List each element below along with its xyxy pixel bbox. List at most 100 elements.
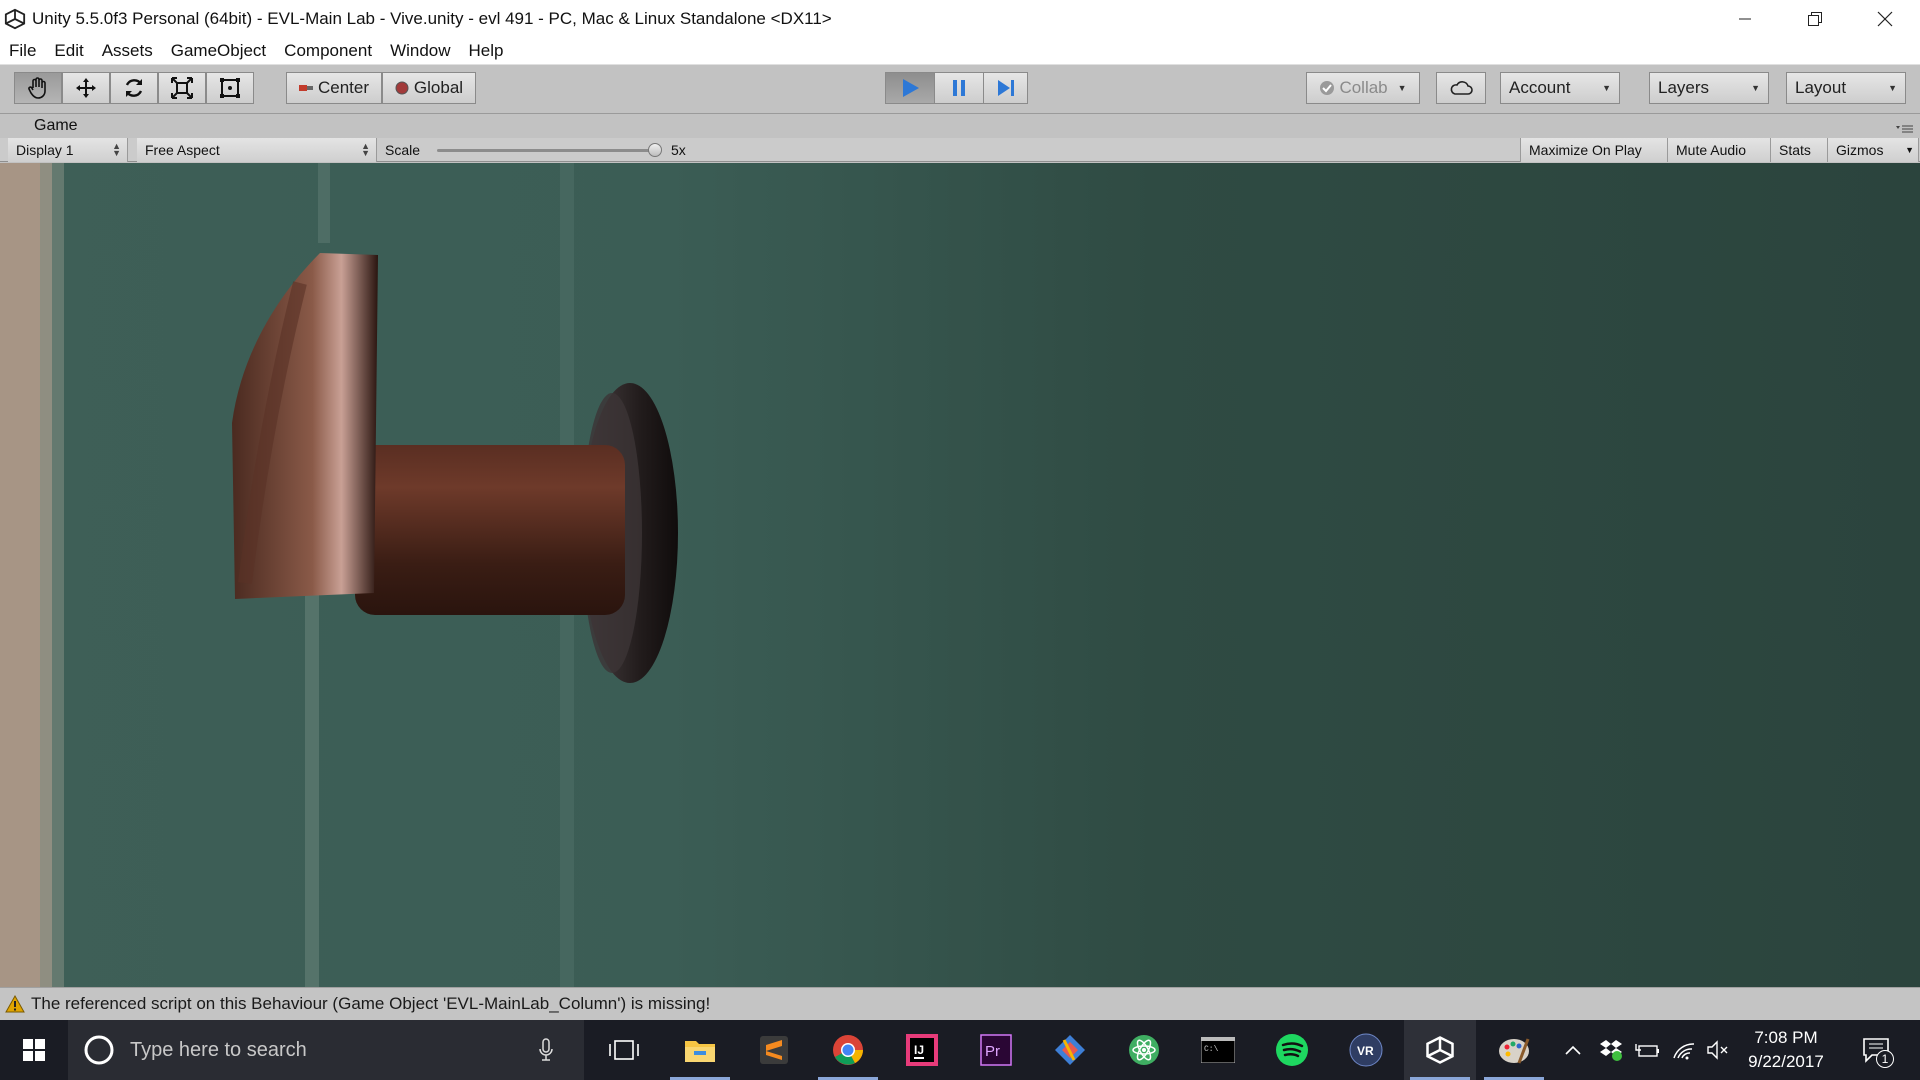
move-tool-button[interactable] — [62, 72, 110, 104]
rect-tool-icon — [220, 78, 240, 98]
maximize-label: Maximize On Play — [1529, 142, 1642, 158]
volume-muted-icon[interactable] — [1706, 1040, 1730, 1060]
menu-help[interactable]: Help — [460, 41, 513, 61]
menu-gameobject[interactable]: GameObject — [162, 41, 275, 61]
menu-assets[interactable]: Assets — [93, 41, 162, 61]
start-button[interactable] — [0, 1020, 68, 1080]
layout-dropdown[interactable]: Layout ▼ — [1786, 72, 1906, 104]
step-button[interactable] — [983, 72, 1028, 104]
display-label: Display 1 — [16, 142, 74, 158]
steamvr-app[interactable]: VR — [1330, 1020, 1402, 1080]
chevron-down-icon: ▼ — [1397, 83, 1407, 93]
sublime-text-app[interactable] — [738, 1020, 810, 1080]
menu-file[interactable]: File — [0, 41, 45, 61]
menu-edit[interactable]: Edit — [45, 41, 92, 61]
wifi-icon[interactable] — [1672, 1040, 1696, 1060]
collab-check-icon — [1320, 81, 1335, 95]
globe-icon — [395, 81, 409, 95]
gizmos-label: Gizmos — [1836, 142, 1884, 158]
show-hidden-icons-chevron-icon[interactable] — [1564, 1044, 1582, 1056]
minimize-button[interactable] — [1710, 0, 1780, 37]
file-explorer-app[interactable] — [664, 1020, 736, 1080]
rotate-tool-button[interactable] — [110, 72, 158, 104]
svg-text:VR: VR — [1357, 1044, 1374, 1058]
palette-icon — [1499, 1038, 1530, 1064]
pause-button[interactable] — [934, 72, 984, 104]
microphone-icon[interactable] — [538, 1038, 554, 1062]
restore-button[interactable] — [1780, 0, 1850, 37]
scale-value: 5x — [671, 142, 686, 158]
dropbox-sync-icon[interactable] — [1598, 1039, 1624, 1061]
task-view-button[interactable] — [588, 1020, 660, 1080]
unity-logo-icon — [4, 8, 26, 29]
action-center-button[interactable]: 1 — [1848, 1020, 1904, 1080]
hand-tool-button[interactable] — [14, 72, 62, 104]
scale-label: Scale — [385, 142, 421, 158]
updown-arrows-icon: ▲ ▼ — [112, 141, 121, 158]
menu-component[interactable]: Component — [275, 41, 381, 61]
svg-text:C:\: C:\ — [1204, 1045, 1219, 1054]
unity-icon — [1426, 1036, 1454, 1064]
rect-tool-button[interactable] — [206, 72, 254, 104]
display-dropdown[interactable]: Display 1 ▲ ▼ — [8, 138, 128, 162]
minimize-icon — [1739, 18, 1751, 19]
pause-icon — [953, 80, 965, 96]
console-status-bar[interactable]: The referenced script on this Behaviour … — [0, 987, 1920, 1020]
scale-tool-button[interactable] — [158, 72, 206, 104]
cloud-button[interactable] — [1436, 72, 1486, 104]
sublime-text-icon — [760, 1036, 788, 1064]
vr-icon: VR — [1349, 1033, 1383, 1067]
layers-dropdown[interactable]: Layers ▼ — [1649, 72, 1769, 104]
scale-slider-thumb[interactable] — [648, 143, 662, 157]
command-prompt-app[interactable]: C:\ — [1182, 1020, 1254, 1080]
atom-icon — [1129, 1035, 1159, 1065]
chrome-app[interactable] — [812, 1020, 884, 1080]
chevron-down-icon: ▼ — [1751, 83, 1760, 93]
clock-time: 7:08 PM — [1754, 1028, 1818, 1047]
layout-label: Layout — [1795, 78, 1847, 97]
pivot-toggle-button[interactable]: Center — [286, 72, 382, 104]
game-tab-label[interactable]: Game — [34, 117, 78, 135]
chevron-down-icon: ▼ — [1905, 145, 1914, 155]
cloud-icon — [1450, 81, 1473, 95]
spotify-icon — [1276, 1034, 1308, 1066]
scale-slider-track[interactable] — [437, 149, 655, 152]
clock-date: 9/22/2017 — [1748, 1052, 1824, 1071]
cortana-icon — [84, 1035, 114, 1065]
title-bar: Unity 5.5.0f3 Personal (64bit) - EVL-Mai… — [0, 0, 1920, 37]
aspect-dropdown[interactable]: Free Aspect ▲ ▼ — [137, 138, 377, 162]
intellij-app[interactable]: IJ — [886, 1020, 958, 1080]
panel-menu-icon[interactable] — [1894, 123, 1914, 135]
play-icon — [903, 79, 919, 97]
menu-window[interactable]: Window — [381, 41, 459, 61]
mute-label: Mute Audio — [1676, 142, 1747, 158]
spotify-app[interactable] — [1256, 1020, 1328, 1080]
close-button[interactable] — [1850, 0, 1920, 37]
collab-dropdown[interactable]: Collab ▼ — [1306, 72, 1420, 104]
chevron-down-icon: ▼ — [1888, 83, 1897, 93]
gizmos-dropdown[interactable]: Gizmos ▼ — [1828, 138, 1919, 162]
account-label: Account — [1509, 78, 1571, 97]
svg-text:Pr: Pr — [985, 1043, 1000, 1060]
space-toggle-button[interactable]: Global — [382, 72, 476, 104]
maximize-on-play-toggle[interactable]: Maximize On Play — [1520, 138, 1668, 162]
clock[interactable]: 7:08 PM 9/22/2017 — [1740, 1026, 1832, 1074]
atom-app[interactable] — [1108, 1020, 1180, 1080]
game-view-viewport[interactable] — [0, 163, 1920, 987]
unity-app[interactable] — [1404, 1020, 1476, 1080]
mute-audio-toggle[interactable]: Mute Audio — [1668, 138, 1771, 162]
game-view-toolbar: Display 1 ▲ ▼ Free Aspect ▲ ▼ Scale 5x Max… — [0, 138, 1920, 162]
scale-control: Scale 5x — [385, 138, 686, 162]
game-tab-header: Game — [0, 115, 1920, 137]
search-box[interactable]: Type here to search — [68, 1020, 584, 1080]
sourcetree-app[interactable] — [1034, 1020, 1106, 1080]
stats-toggle[interactable]: Stats — [1771, 138, 1828, 162]
paint-app[interactable] — [1478, 1020, 1550, 1080]
game-tab-icon — [17, 121, 22, 131]
play-button[interactable] — [885, 72, 935, 104]
battery-charging-icon[interactable] — [1635, 1040, 1661, 1060]
task-view-icon — [609, 1040, 639, 1060]
updown-arrows-icon: ▲ ▼ — [361, 141, 370, 158]
account-dropdown[interactable]: Account ▼ — [1500, 72, 1620, 104]
premiere-app[interactable]: Pr — [960, 1020, 1032, 1080]
